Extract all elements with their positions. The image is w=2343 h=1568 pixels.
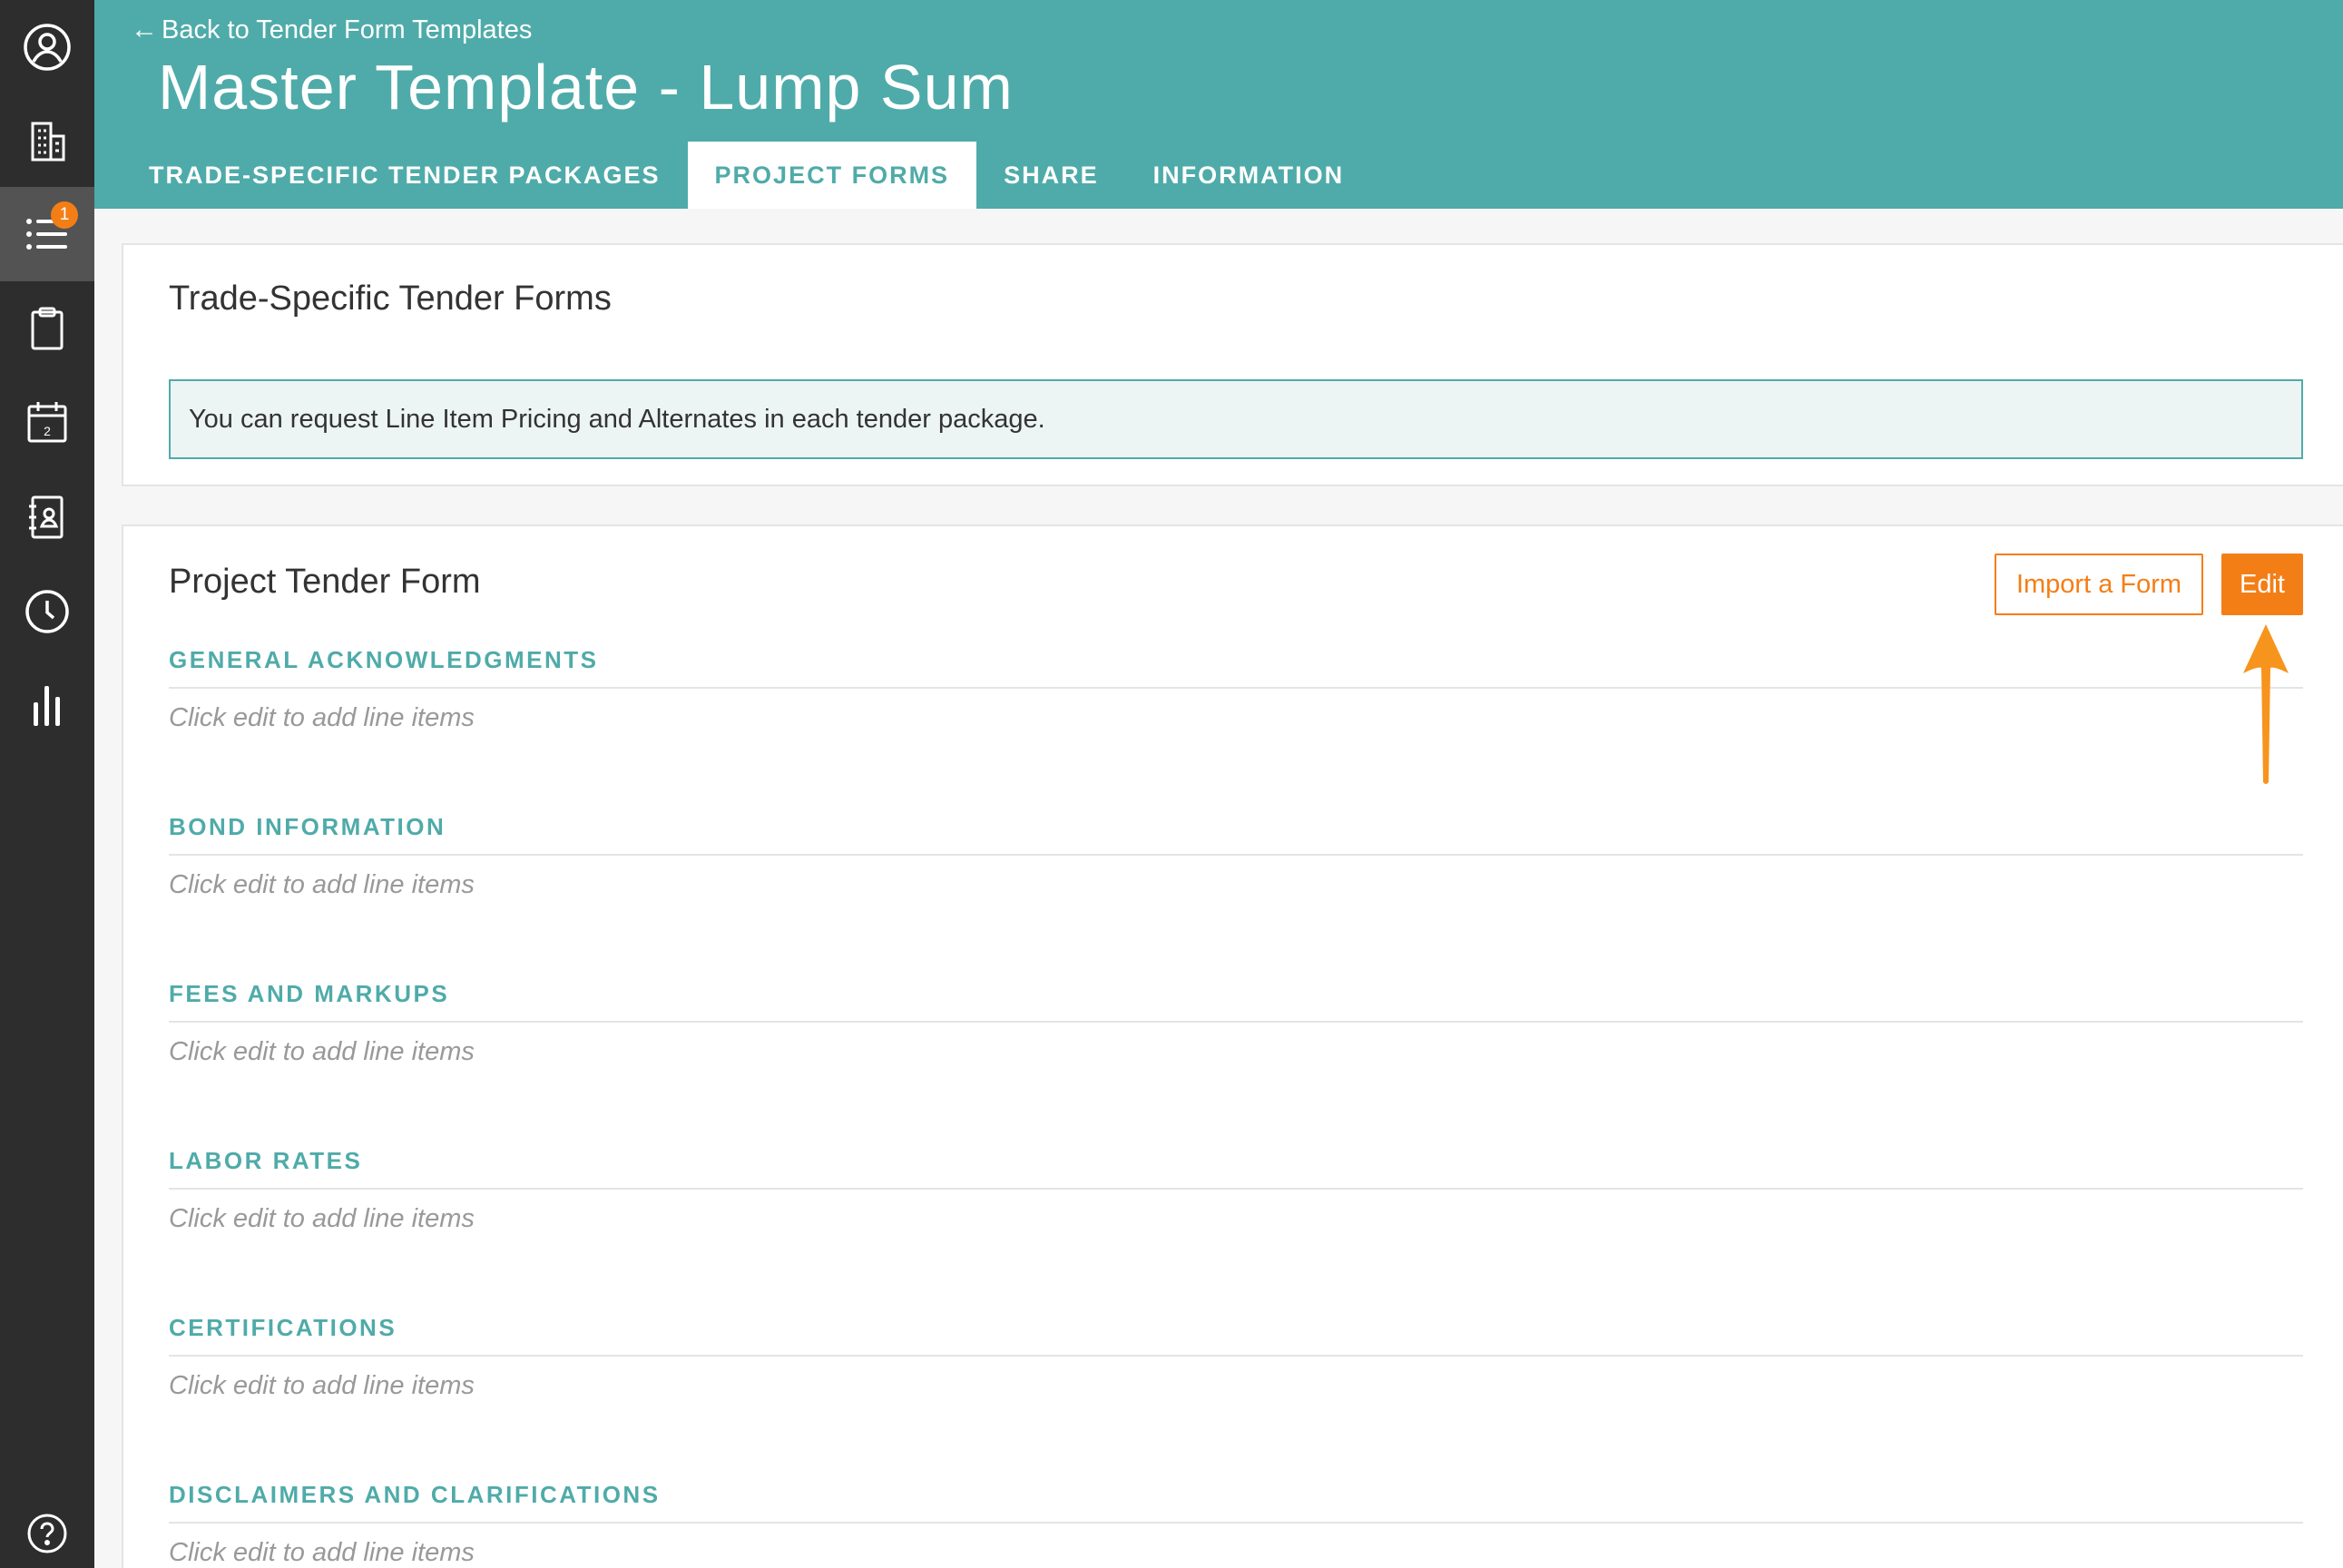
address-book-icon	[29, 495, 64, 539]
section-general-acknowledgments: GENERAL ACKNOWLEDGMENTS Click edit to ad…	[169, 646, 2303, 733]
section-heading: GENERAL ACKNOWLEDGMENTS	[169, 646, 2303, 689]
tab-information[interactable]: INFORMATION	[1126, 142, 1371, 209]
building-icon	[31, 122, 65, 162]
tab-bar: TRADE-SPECIFIC TENDER PACKAGES PROJECT F…	[122, 142, 1371, 209]
section-bond-information: BOND INFORMATION Click edit to add line …	[169, 813, 2303, 900]
trade-specific-forms-card: Trade-Specific Tender Forms You can requ…	[122, 243, 2343, 486]
project-tender-form-card: Project Tender Form Import a Form Edit G…	[122, 524, 2343, 1568]
section-empty-text: Click edit to add line items	[169, 870, 475, 899]
user-circle-icon	[24, 24, 71, 71]
section-empty-text: Click edit to add line items	[169, 1204, 475, 1233]
bar-chart-icon	[34, 686, 60, 726]
section-heading: DISCLAIMERS AND CLARIFICATIONS	[169, 1481, 2303, 1524]
section-heading: LABOR RATES	[169, 1147, 2303, 1190]
page-header: ← Back to Tender Form Templates Master T…	[94, 0, 2343, 209]
clock-icon	[25, 590, 69, 633]
clipboard-icon	[31, 307, 64, 350]
nav-clipboard[interactable]	[0, 281, 94, 376]
nav-history[interactable]	[0, 564, 94, 659]
nav-profile[interactable]	[0, 0, 94, 94]
nav-directory[interactable]	[0, 470, 94, 564]
calendar-day: 2	[44, 424, 51, 438]
section-empty-text: Click edit to add line items	[169, 703, 475, 732]
info-message: You can request Line Item Pricing and Al…	[169, 379, 2303, 459]
calendar-icon: 2	[27, 402, 67, 443]
section-heading: CERTIFICATIONS	[169, 1314, 2303, 1357]
section-empty-text: Click edit to add line items	[169, 1371, 475, 1400]
section-labor-rates: LABOR RATES Click edit to add line items	[169, 1147, 2303, 1234]
callout-arrow-icon	[2243, 624, 2289, 784]
tab-trade-specific-packages[interactable]: TRADE-SPECIFIC TENDER PACKAGES	[122, 142, 688, 209]
import-form-button[interactable]: Import a Form	[1995, 554, 2203, 615]
back-arrow-icon: ←	[131, 15, 158, 44]
edit-button[interactable]: Edit	[2221, 554, 2303, 615]
section-certifications: CERTIFICATIONS Click edit to add line it…	[169, 1314, 2303, 1401]
sidebar: 1 2	[0, 0, 94, 1568]
section-fees-and-markups: FEES AND MARKUPS Click edit to add line …	[169, 980, 2303, 1067]
section-heading: BOND INFORMATION	[169, 813, 2303, 856]
nav-projects[interactable]	[0, 94, 94, 189]
back-link[interactable]: ← Back to Tender Form Templates	[131, 15, 532, 45]
section-heading: FEES AND MARKUPS	[169, 980, 2303, 1023]
nav-help[interactable]	[0, 1486, 94, 1568]
tab-project-forms[interactable]: PROJECT FORMS	[687, 142, 977, 209]
nav-reports[interactable]	[0, 659, 94, 753]
section-empty-text: Click edit to add line items	[169, 1538, 475, 1567]
tab-share[interactable]: SHARE	[976, 142, 1126, 209]
section-empty-text: Click edit to add line items	[169, 1037, 475, 1066]
section-disclaimers-and-clarifications: DISCLAIMERS AND CLARIFICATIONS Click edi…	[169, 1481, 2303, 1568]
trade-forms-title: Trade-Specific Tender Forms	[169, 279, 612, 318]
notification-badge: 1	[51, 201, 78, 229]
nav-calendar[interactable]: 2	[0, 376, 94, 470]
project-form-title: Project Tender Form	[169, 563, 481, 601]
page-title: Master Template - Lump Sum	[158, 52, 1014, 122]
nav-tender-forms[interactable]: 1	[0, 187, 94, 281]
help-icon	[27, 1514, 67, 1553]
back-link-label: Back to Tender Form Templates	[162, 15, 533, 44]
